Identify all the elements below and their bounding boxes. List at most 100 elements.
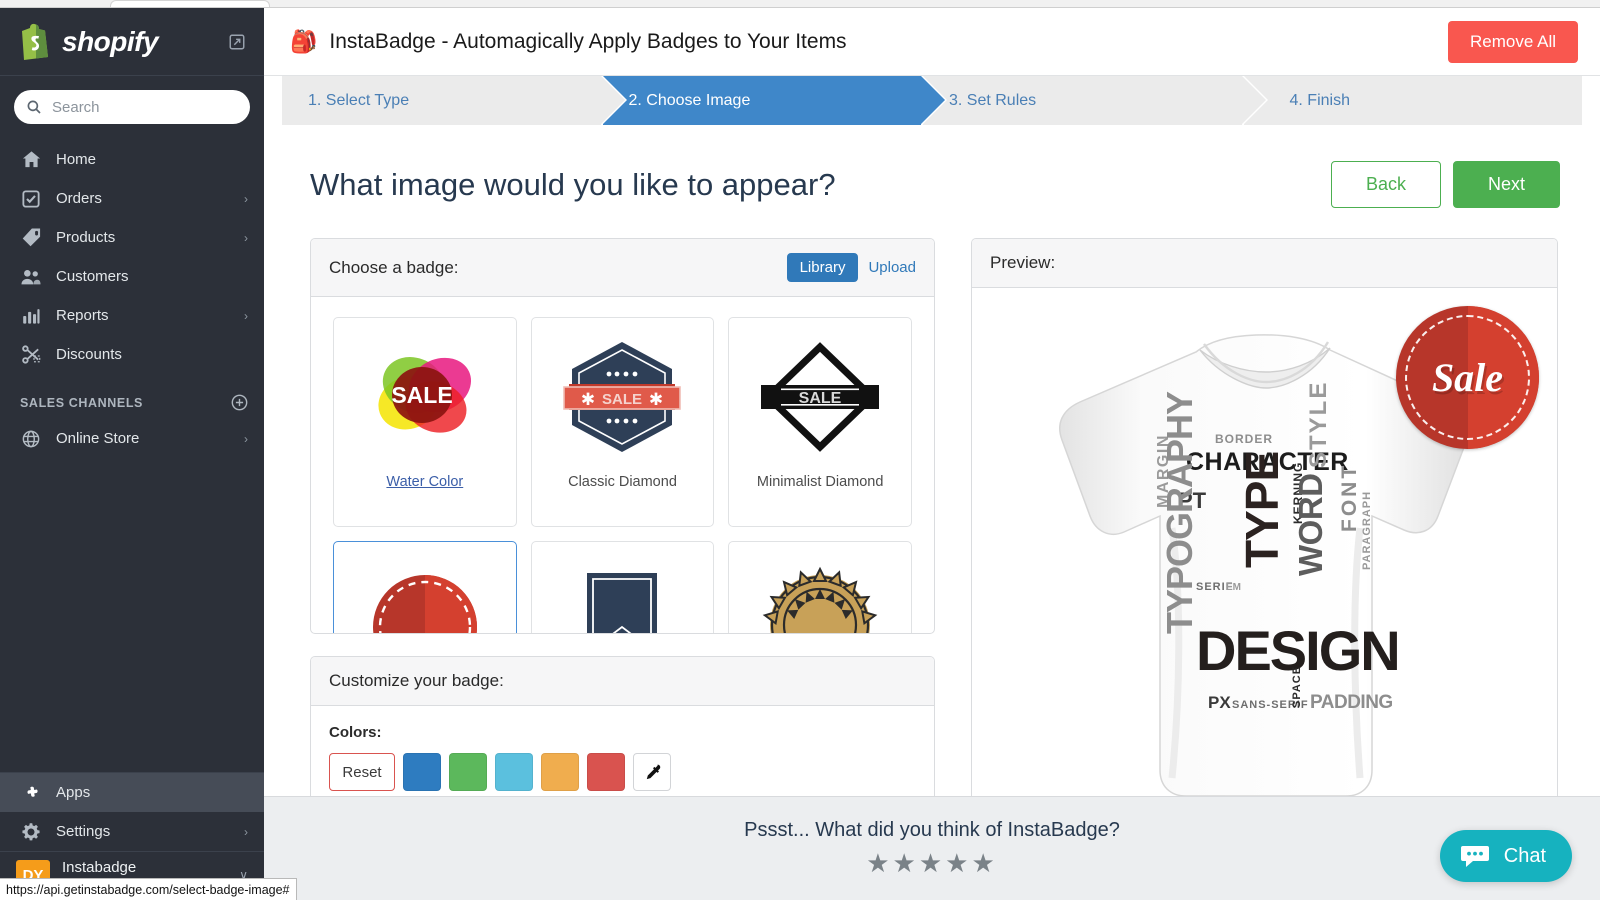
preview-sale-badge: Sale xyxy=(1396,306,1539,449)
svg-text:BORDER: BORDER xyxy=(1215,432,1273,446)
wizard-step-label: 4. Finish xyxy=(1289,91,1350,109)
wizard-step-label: 2. Choose Image xyxy=(628,91,751,109)
sidebar-section-sales-channels: SALES CHANNELS xyxy=(0,374,264,419)
sale-circle-badge-icon xyxy=(355,556,495,633)
puzzle-icon xyxy=(20,782,42,804)
chevron-right-icon: › xyxy=(244,824,248,839)
browser-tab[interactable] xyxy=(110,0,270,7)
content-title-row: What image would you like to appear? Bac… xyxy=(264,125,1600,208)
svg-text:SPACE: SPACE xyxy=(1291,666,1303,708)
sidebar-item-customers[interactable]: Customers xyxy=(0,257,264,296)
badge-label: Minimalist Diamond xyxy=(756,474,884,490)
wizard-steps: 1. Select Type 2. Choose Image 3. Set Ru… xyxy=(264,76,1600,125)
left-column: Choose a badge: Library Upload SALE Wate… xyxy=(310,238,935,812)
colors-label: Colors: xyxy=(329,724,382,741)
badge-text: Sale xyxy=(1431,355,1504,400)
sidebar-item-apps[interactable]: Apps xyxy=(0,773,264,812)
sidebar-item-online-store[interactable]: Online Store › xyxy=(0,419,264,458)
badge-card-gold-sunburst[interactable] xyxy=(728,541,912,633)
sidebar-item-label: Home xyxy=(56,151,97,168)
app-header: 🎒 InstaBadge - Automagically Apply Badge… xyxy=(264,8,1600,76)
remove-all-button[interactable]: Remove All xyxy=(1448,20,1578,63)
swatch-green[interactable] xyxy=(449,753,487,791)
sidebar-brand: shopify xyxy=(62,25,159,57)
orders-icon xyxy=(20,188,42,210)
sidebar-item-label: Customers xyxy=(56,268,129,285)
svg-text:PARAGRAPH: PARAGRAPH xyxy=(1361,491,1373,570)
sidebar-item-products[interactable]: Products › xyxy=(0,218,264,257)
browser-status-bar: https://api.getinstabadge.com/select-bad… xyxy=(0,878,297,900)
sidebar-item-orders[interactable]: Orders › xyxy=(0,179,264,218)
store-name: Instabadge xyxy=(62,859,137,877)
sidebar-item-reports[interactable]: Reports › xyxy=(0,296,264,335)
chat-button[interactable]: Chat xyxy=(1439,830,1572,882)
preview-label: Preview: xyxy=(990,253,1056,272)
wizard-step-choose-image[interactable]: 2. Choose Image xyxy=(602,76,945,125)
badge-card-water-color[interactable]: SALE Water Color xyxy=(333,317,517,527)
sidebar-nav: Home Orders › Products › Customers Repor… xyxy=(0,134,264,772)
customize-header: Customize your badge: xyxy=(311,657,934,706)
badge-card-sale-circle[interactable] xyxy=(333,541,517,633)
chat-label: Chat xyxy=(1503,844,1546,867)
badge-grid: SALE Water Color SALE ✱ ✱ Classic Diamon… xyxy=(311,297,934,633)
back-button[interactable]: Back xyxy=(1330,161,1441,208)
chevron-ribbon-badge-icon xyxy=(552,556,692,633)
tab-library[interactable]: Library xyxy=(786,253,859,282)
tag-icon xyxy=(20,227,42,249)
eyedropper-icon[interactable] xyxy=(633,753,671,791)
sidebar-item-label: Discounts xyxy=(56,346,122,363)
sidebar-item-settings[interactable]: Settings › xyxy=(0,812,264,851)
rating-stars[interactable]: ★★★★★ xyxy=(866,848,998,879)
shopify-logo-icon xyxy=(22,23,48,60)
wizard-step-select-type[interactable]: 1. Select Type xyxy=(282,76,624,125)
sidebar-item-label: Orders xyxy=(56,190,102,207)
plus-circle-icon[interactable] xyxy=(231,394,248,411)
status-url: https://api.getinstabadge.com/select-bad… xyxy=(6,882,290,897)
svg-text:PADDING: PADDING xyxy=(1310,692,1393,713)
nav-buttons: Back Next xyxy=(1330,161,1560,208)
sidebar-search-wrap xyxy=(0,76,264,134)
badge-label[interactable]: Water Color xyxy=(386,472,463,494)
next-button[interactable]: Next xyxy=(1452,161,1560,208)
customers-icon xyxy=(20,266,42,288)
tab-upload[interactable]: Upload xyxy=(868,259,916,276)
wizard-step-set-rules[interactable]: 3. Set Rules xyxy=(923,76,1265,125)
feedback-prompt: Pssst... What did you think of InstaBadg… xyxy=(744,818,1120,841)
page-title: InstaBadge - Automagically Apply Badges … xyxy=(329,29,847,53)
reset-color-button[interactable]: Reset xyxy=(329,753,395,791)
search-input[interactable] xyxy=(52,98,238,116)
svg-text:STYLE: STYLE xyxy=(1305,381,1332,468)
sidebar-item-label: Products xyxy=(56,229,116,246)
instabadge-logo-icon: 🎒 xyxy=(290,28,318,54)
chevron-right-icon: › xyxy=(244,230,248,245)
search-icon xyxy=(27,100,41,114)
panels-row: Choose a badge: Library Upload SALE Wate… xyxy=(264,208,1600,812)
search-box[interactable] xyxy=(14,90,250,124)
wizard-step-label: 1. Select Type xyxy=(308,91,410,109)
badge-card-classic-diamond[interactable]: SALE ✱ ✱ Classic Diamond xyxy=(530,317,715,527)
source-tabs: Library Upload xyxy=(786,253,916,282)
sidebar-item-home[interactable]: Home xyxy=(0,140,264,179)
watercolor-badge-icon: SALE xyxy=(355,332,495,462)
sidebar-item-discounts[interactable]: Discounts xyxy=(0,335,264,374)
swatch-amber[interactable] xyxy=(541,753,579,791)
sidebar-header: shopify xyxy=(0,8,264,76)
bar-chart-icon xyxy=(20,305,42,327)
customize-label: Customize your badge: xyxy=(329,671,504,690)
swatch-red[interactable] xyxy=(587,753,625,791)
scissors-icon xyxy=(20,344,42,366)
swatch-blue[interactable] xyxy=(403,753,441,791)
wizard-step-finish[interactable]: 4. Finish xyxy=(1243,76,1582,125)
minimalist-diamond-badge-icon: SALE xyxy=(750,332,890,462)
wizard-content: What image would you like to appear? Bac… xyxy=(264,125,1600,900)
svg-text:FONT: FONT xyxy=(1338,463,1361,532)
badge-card-minimalist-diamond[interactable]: SALE Minimalist Diamond xyxy=(728,317,912,527)
swatch-cyan[interactable] xyxy=(495,753,533,791)
chevron-right-icon: › xyxy=(244,431,248,446)
gear-icon xyxy=(20,821,42,843)
badge-card-chevron-ribbon[interactable] xyxy=(530,541,715,633)
customize-badge-panel: Customize your badge: Colors: Reset xyxy=(310,656,935,812)
svg-text:WORD: WORD xyxy=(1292,474,1329,576)
external-link-icon[interactable] xyxy=(228,33,246,51)
app-root: shopify Home xyxy=(0,0,1600,900)
